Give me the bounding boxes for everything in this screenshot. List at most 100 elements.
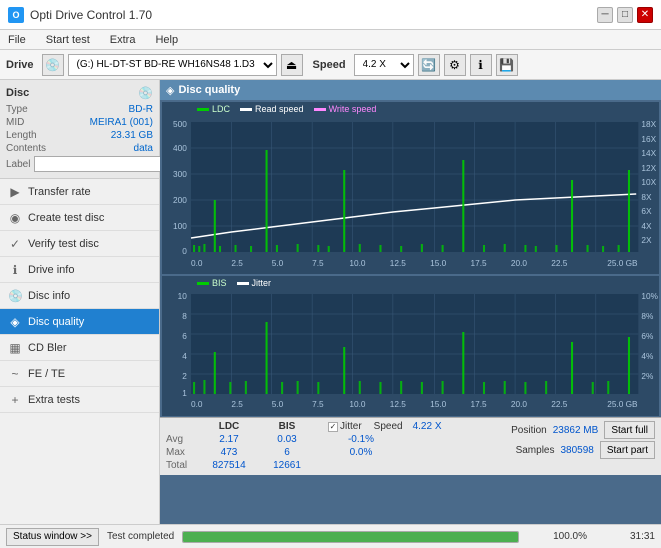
- position-value: 23862 MB: [553, 425, 599, 436]
- disc-length-label: Length: [6, 130, 37, 141]
- legend-bis: BIS: [197, 278, 227, 288]
- svg-text:10X: 10X: [641, 178, 656, 187]
- drive-label: Drive: [6, 59, 34, 71]
- svg-text:2: 2: [182, 372, 187, 381]
- nav-transfer-rate[interactable]: ▶ Transfer rate: [0, 179, 159, 205]
- cd-bler-icon: ▦: [8, 341, 22, 355]
- nav-verify-test-disc[interactable]: ✓ Verify test disc: [0, 231, 159, 257]
- legend-read-speed-color: [240, 108, 252, 111]
- svg-text:0.0: 0.0: [191, 400, 203, 409]
- disc-contents-value: data: [134, 143, 153, 154]
- svg-text:20.0: 20.0: [511, 259, 528, 268]
- svg-text:15.0: 15.0: [430, 400, 447, 409]
- svg-text:12X: 12X: [641, 164, 656, 173]
- svg-text:22.5: 22.5: [551, 259, 568, 268]
- svg-text:400: 400: [173, 144, 187, 153]
- toolbar: Drive 💿 (G:) HL-DT-ST BD-RE WH16NS48 1.D…: [0, 50, 661, 80]
- window-controls: ─ □ ✕: [597, 7, 653, 23]
- progress-percent: 100.0%: [527, 531, 587, 542]
- stats-total-row: Total 827514 12661: [166, 460, 442, 471]
- disc-quality-title: Disc quality: [178, 84, 240, 96]
- content-area: ◈ Disc quality LDC Read speed Write spee…: [160, 80, 661, 524]
- nav-drive-info-label: Drive info: [28, 264, 74, 276]
- status-window-button[interactable]: Status window >>: [6, 528, 99, 546]
- stats-max-label: Max: [166, 447, 196, 458]
- nav-drive-info[interactable]: ℹ Drive info: [0, 257, 159, 283]
- nav-transfer-rate-label: Transfer rate: [28, 186, 91, 198]
- svg-text:100: 100: [173, 222, 187, 231]
- disc-quality-icon: ◈: [8, 315, 22, 329]
- nav-cd-bler[interactable]: ▦ CD Bler: [0, 335, 159, 361]
- nav-extra-tests[interactable]: + Extra tests: [0, 387, 159, 413]
- minimize-button[interactable]: ─: [597, 7, 613, 23]
- menu-help[interactable]: Help: [151, 30, 182, 49]
- svg-text:20.0: 20.0: [511, 400, 528, 409]
- speed-select[interactable]: 4.2 X: [354, 54, 414, 76]
- svg-text:2.5: 2.5: [231, 259, 243, 268]
- svg-text:7.5: 7.5: [312, 259, 324, 268]
- svg-text:200: 200: [173, 196, 187, 205]
- jitter-check[interactable]: ✓ Jitter: [328, 421, 362, 432]
- svg-text:10.0: 10.0: [349, 400, 366, 409]
- nav-extra-tests-label: Extra tests: [28, 394, 80, 406]
- legend-jitter: Jitter: [237, 278, 272, 288]
- time-text: 31:31: [595, 531, 655, 542]
- svg-text:2.5: 2.5: [231, 400, 243, 409]
- nav-disc-info-label: Disc info: [28, 290, 70, 302]
- eject-button[interactable]: ⏏: [281, 54, 303, 76]
- maximize-button[interactable]: □: [617, 7, 633, 23]
- chart2-svg: 10 8 6 4 2 1 10% 8% 6% 4% 2% 0.0 2.5 5.0…: [162, 292, 659, 412]
- disc-info-icon: 💿: [8, 289, 22, 303]
- legend-ldc: LDC: [197, 104, 230, 114]
- stats-table: LDC BIS ✓ Jitter Speed 4.22 X Avg 2.17 0…: [166, 421, 442, 472]
- svg-text:10: 10: [178, 292, 188, 301]
- nav-create-test-disc[interactable]: ◉ Create test disc: [0, 205, 159, 231]
- legend-read-speed: Read speed: [240, 104, 304, 114]
- legend-bis-label: BIS: [212, 278, 227, 288]
- legend-ldc-label: LDC: [212, 104, 230, 114]
- start-part-button[interactable]: Start part: [600, 441, 655, 459]
- nav-disc-info[interactable]: 💿 Disc info: [0, 283, 159, 309]
- menu-start-test[interactable]: Start test: [42, 30, 94, 49]
- svg-text:10%: 10%: [641, 292, 658, 301]
- legend-ldc-color: [197, 108, 209, 111]
- nav-fe-te-label: FE / TE: [28, 368, 65, 380]
- svg-text:1: 1: [182, 389, 187, 398]
- disc-contents-row: Contents data: [6, 143, 153, 154]
- extra-tests-icon: +: [8, 393, 22, 407]
- stats-avg-ldc: 2.17: [204, 434, 254, 445]
- drive-select[interactable]: (G:) HL-DT-ST BD-RE WH16NS48 1.D3: [68, 54, 277, 76]
- settings-button[interactable]: ⚙: [444, 54, 466, 76]
- speed-label: Speed: [313, 59, 346, 71]
- position-row: Position 23862 MB Start full: [511, 421, 655, 439]
- svg-text:6: 6: [182, 332, 187, 341]
- disc-contents-label: Contents: [6, 143, 46, 154]
- legend-write-speed: Write speed: [314, 104, 377, 114]
- fe-te-icon: ~: [8, 367, 22, 381]
- svg-text:14X: 14X: [641, 149, 656, 158]
- drive-info-icon: ℹ: [8, 263, 22, 277]
- disc-label-input[interactable]: [34, 156, 172, 172]
- svg-text:22.5: 22.5: [551, 400, 568, 409]
- stats-right: Position 23862 MB Start full Samples 380…: [511, 421, 655, 472]
- close-button[interactable]: ✕: [637, 7, 653, 23]
- svg-text:2X: 2X: [641, 236, 652, 245]
- menu-file[interactable]: File: [4, 30, 30, 49]
- chart2-container: BIS Jitter: [162, 276, 659, 416]
- refresh-button[interactable]: 🔄: [418, 54, 440, 76]
- save-button[interactable]: 💾: [496, 54, 518, 76]
- jitter-checkbox[interactable]: ✓: [328, 422, 338, 432]
- nav-fe-te[interactable]: ~ FE / TE: [0, 361, 159, 387]
- menu-extra[interactable]: Extra: [106, 30, 140, 49]
- stats-avg-jitter: -0.1%: [336, 434, 386, 445]
- create-disc-icon: ◉: [8, 211, 22, 225]
- svg-text:0: 0: [182, 247, 187, 256]
- info-button2[interactable]: ℹ: [470, 54, 492, 76]
- app-title: Opti Drive Control 1.70: [30, 8, 152, 22]
- chart1-svg: 500 400 300 200 100 0 18X 16X 14X 12X 10…: [162, 120, 659, 268]
- svg-text:6X: 6X: [641, 207, 652, 216]
- nav-disc-quality[interactable]: ◈ Disc quality: [0, 309, 159, 335]
- svg-text:0.0: 0.0: [191, 259, 203, 268]
- start-full-button[interactable]: Start full: [604, 421, 655, 439]
- chart1-container: LDC Read speed Write speed: [162, 102, 659, 274]
